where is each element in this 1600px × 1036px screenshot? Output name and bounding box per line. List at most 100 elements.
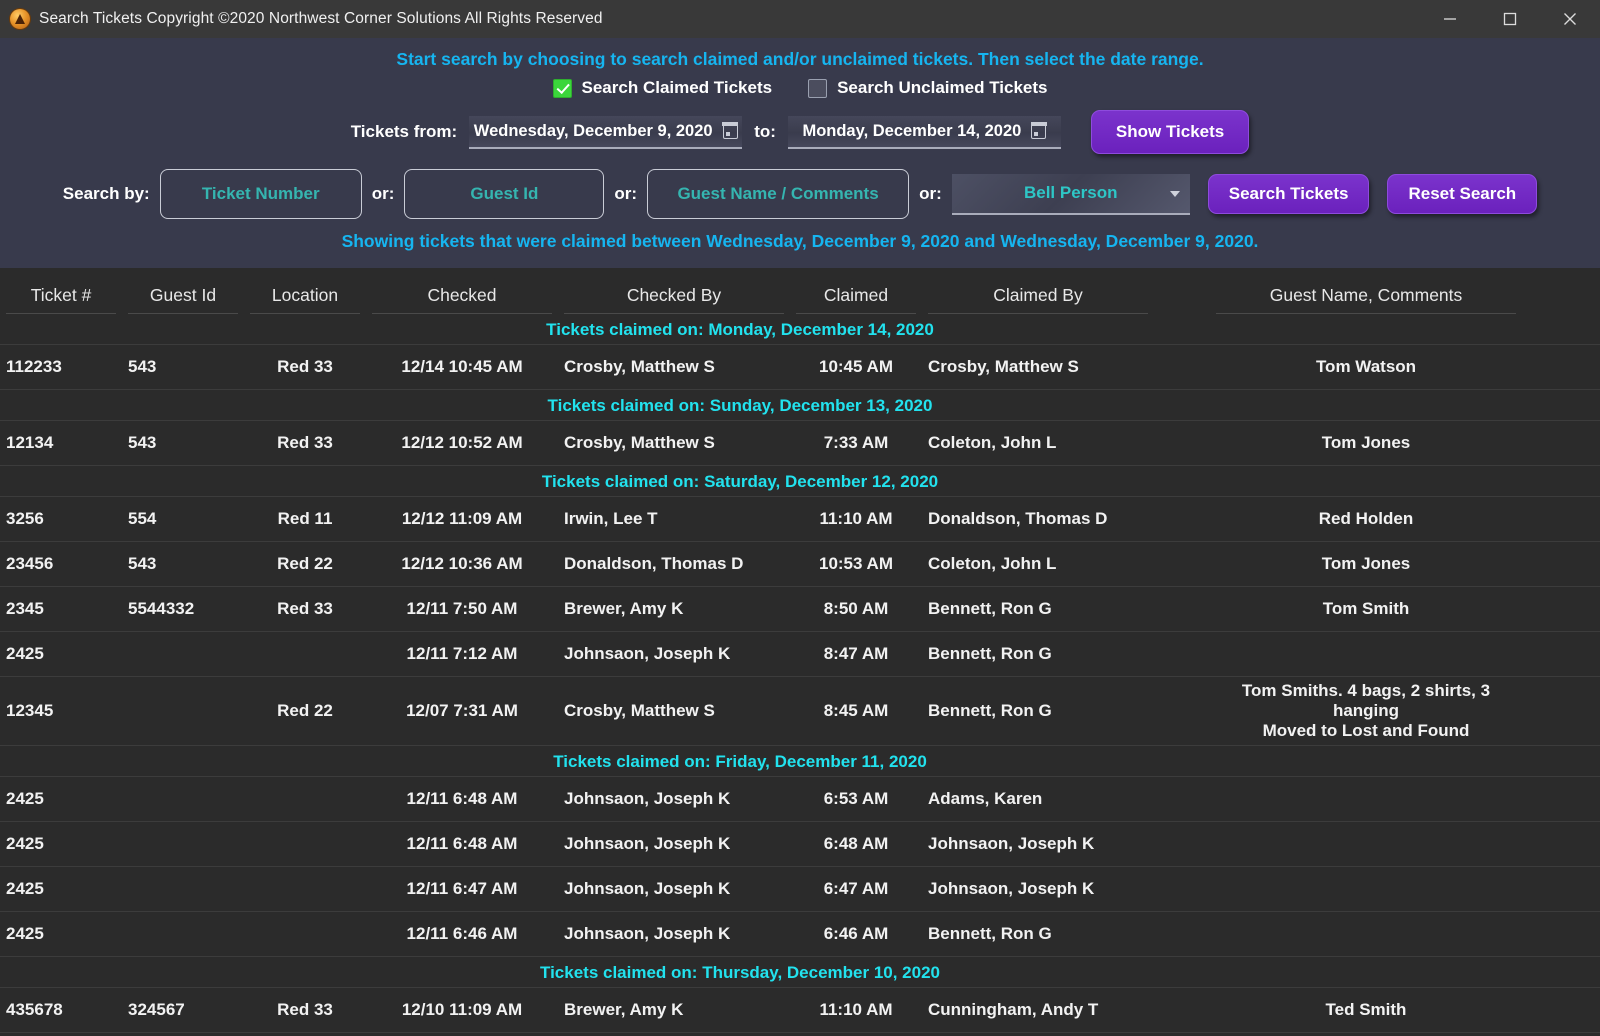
search-tickets-button[interactable]: Search Tickets (1208, 174, 1370, 214)
table-row[interactable]: 23455544332Red 3312/11 7:50 AMBrewer, Am… (0, 587, 1600, 632)
column-header[interactable]: Claimed By (928, 285, 1148, 314)
cell-claimed-by: Bennett, Ron G (928, 697, 1148, 725)
cell-checked: 12/11 7:12 AM (372, 640, 552, 668)
empty-checkbox-icon[interactable] (808, 79, 827, 98)
table-body: Tickets claimed on: Monday, December 14,… (0, 314, 1600, 1036)
cell-checked-by: Johnsaon, Joseph K (564, 785, 784, 813)
or-label-1: or: (372, 184, 395, 204)
date-from-picker[interactable]: Wednesday, December 9, 2020 (469, 116, 742, 149)
table-row[interactable]: 23456543Red 2212/12 10:36 AMDonaldson, T… (0, 542, 1600, 587)
reset-search-button[interactable]: Reset Search (1387, 174, 1537, 214)
date-to-picker[interactable]: Monday, December 14, 2020 (788, 116, 1061, 149)
cell-comments (1216, 795, 1516, 803)
cell-ticket: 2425 (6, 640, 116, 668)
column-header[interactable]: Guest Id (128, 285, 238, 314)
maximize-icon[interactable] (1480, 0, 1540, 38)
cell-guest-id: 543 (128, 429, 238, 457)
cell-claimed: 8:50 AM (796, 595, 916, 623)
tickets-table[interactable]: Ticket # Guest Id Location Checked Checked B… (0, 268, 1600, 1036)
cell-guest-id (128, 885, 238, 893)
checkmark-icon[interactable] (553, 79, 572, 98)
table-row[interactable]: 242512/11 7:12 AMJohnsaon, Joseph K8:47 … (0, 632, 1600, 677)
cell-comments (1216, 650, 1516, 658)
minimize-icon[interactable] (1420, 0, 1480, 38)
table-row[interactable]: 435678324567Red 3312/10 11:09 AMBrewer, … (0, 988, 1600, 1033)
cell-location: Red 33 (250, 353, 360, 381)
cell-claimed-by: Crosby, Matthew S (928, 353, 1148, 381)
cell-comments: Tom Jones (1216, 429, 1516, 457)
cell-ticket: 112233 (6, 353, 116, 381)
column-header[interactable]: Guest Name, Comments (1216, 285, 1516, 314)
column-header[interactable]: Claimed (796, 285, 916, 314)
guest-id-input[interactable]: Guest Id (404, 169, 604, 219)
cell-claimed-by: Johnsaon, Joseph K (928, 875, 1148, 903)
cell-claimed: 6:47 AM (796, 875, 916, 903)
table-row[interactable]: 2425 12/11 6:47 AM Johnsaon, Joseph K 6:47 … (0, 867, 1600, 912)
cell-checked: 12/12 10:36 AM (372, 550, 552, 578)
cell-comments: Tom Smiths. 4 bags, 2 shirts, 3 hangingM… (1216, 677, 1516, 745)
cell-comments: Tom Jones (1216, 550, 1516, 578)
cell-claimed: 8:47 AM (796, 640, 916, 668)
cell-claimed-by: Donaldson, Thomas D (928, 505, 1148, 533)
ticket-number-input[interactable]: Ticket Number (160, 169, 362, 219)
cell-comments (1216, 840, 1516, 848)
calendar-icon[interactable] (723, 123, 738, 139)
cell-checked: 12/11 6:47 AM (372, 875, 552, 903)
chevron-down-icon[interactable] (1170, 191, 1180, 197)
table-row[interactable]: 242512/11 6:48 AMJohnsaon, Joseph K6:48 … (0, 822, 1600, 867)
cell-guest-id: 543 (128, 550, 238, 578)
table-header-row: Ticket # Guest Id Location Checked Checked B… (0, 268, 1600, 314)
cell-ticket: 2425 (6, 875, 116, 903)
cell-guest-id: 543 (128, 353, 238, 381)
calendar-icon[interactable] (1031, 123, 1046, 139)
cell-guest-id (128, 840, 238, 848)
or-label-2: or: (614, 184, 637, 204)
guest-name-comments-input[interactable]: Guest Name / Comments (647, 169, 909, 219)
cell-location (250, 930, 360, 938)
date-from-value: Wednesday, December 9, 2020 (474, 122, 713, 141)
column-header[interactable]: Ticket # (6, 285, 116, 314)
column-header[interactable]: Location (250, 285, 360, 314)
cell-checked-by: Brewer, Amy K (564, 996, 784, 1024)
table-row[interactable]: 12345Red 2212/07 7:31 AMCrosby, Matthew … (0, 677, 1600, 746)
table-row[interactable]: 3256554Red 1112/12 11:09 AMIrwin, Lee T1… (0, 497, 1600, 542)
cell-ticket: 2425 (6, 920, 116, 948)
checkbox-search-claimed[interactable]: Search Claimed Tickets (553, 78, 773, 98)
cell-ticket: 3256 (6, 505, 116, 533)
cell-guest-id (128, 930, 238, 938)
cell-location: Red 11 (250, 505, 360, 533)
table-row[interactable]: 242512/11 6:46 AMJohnsaon, Joseph K6:46 … (0, 912, 1600, 957)
date-range-row: Tickets from: Wednesday, December 9, 202… (0, 106, 1600, 163)
cell-claimed-by: Bennett, Ron G (928, 595, 1148, 623)
cell-ticket: 23456 (6, 550, 116, 578)
cell-checked: 12/12 11:09 AM (372, 505, 552, 533)
cell-checked-by: Johnsaon, Joseph K (564, 875, 784, 903)
column-header[interactable]: Checked (372, 285, 552, 314)
cell-checked: 12/11 6:48 AM (372, 785, 552, 813)
table-row[interactable]: 12134543Red 3312/12 10:52 AMCrosby, Matt… (0, 421, 1600, 466)
cell-claimed: 6:48 AM (796, 830, 916, 858)
cell-checked-by: Johnsaon, Joseph K (564, 830, 784, 858)
cell-checked: 12/07 7:31 AM (372, 697, 552, 725)
cell-claimed: 10:53 AM (796, 550, 916, 578)
search-by-row: Search by: Ticket Number or: Guest Id or… (0, 163, 1600, 227)
column-header[interactable]: Checked By (564, 285, 784, 314)
group-header-row: Tickets claimed on: Saturday, December 1… (0, 466, 1600, 497)
cell-location (250, 885, 360, 893)
close-icon[interactable] (1540, 0, 1600, 38)
cell-location: Red 22 (250, 550, 360, 578)
cell-checked: 12/14 10:45 AM (372, 353, 552, 381)
search-hint: Start search by choosing to search claim… (0, 38, 1600, 78)
tickets-to-label: to: (754, 122, 776, 142)
group-label: Tickets claimed on: Thursday, December 1… (0, 963, 1600, 983)
table-row[interactable]: 242512/11 6:48 AMJohnsaon, Joseph K6:53 … (0, 777, 1600, 822)
cell-checked: 12/12 10:52 AM (372, 429, 552, 457)
cell-guest-id (128, 707, 238, 715)
bell-person-select[interactable]: Bell Person (952, 174, 1190, 215)
checkbox-search-unclaimed[interactable]: Search Unclaimed Tickets (808, 78, 1047, 98)
group-header-row: Tickets claimed on: Sunday, December 13,… (0, 390, 1600, 421)
cell-comments (1216, 930, 1516, 938)
table-row[interactable]: 112233 543 Red 33 12/14 10:45 AM Crosby, Mat… (0, 345, 1600, 390)
search-by-label: Search by: (63, 184, 150, 204)
show-tickets-button[interactable]: Show Tickets (1091, 110, 1249, 154)
